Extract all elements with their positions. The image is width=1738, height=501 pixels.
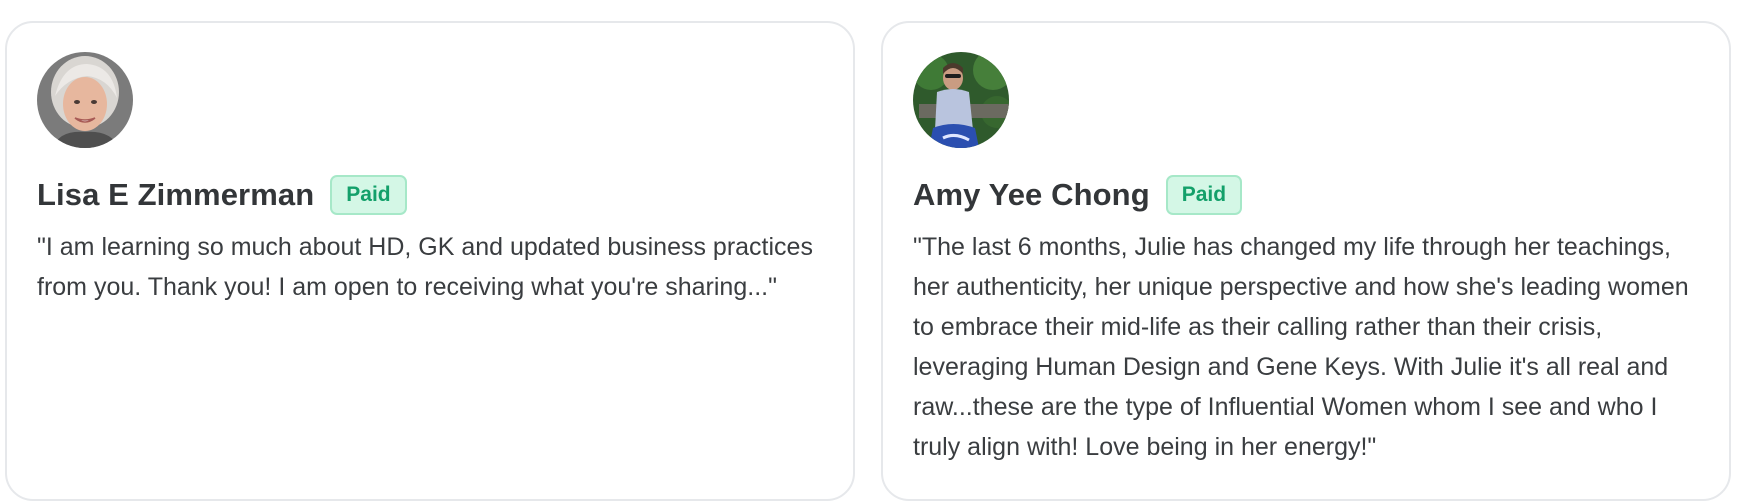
testimonials-list: Lisa E Zimmerman Paid "I am learning so … xyxy=(5,21,1731,501)
author-name: Amy Yee Chong xyxy=(913,177,1150,212)
testimonial-quote: "The last 6 months, Julie has changed my… xyxy=(913,233,1689,461)
testimonial-card: Amy Yee Chong Paid "The last 6 months, J… xyxy=(881,21,1731,501)
testimonial-card: Lisa E Zimmerman Paid "I am learning so … xyxy=(5,21,855,501)
avatar xyxy=(37,52,133,148)
paid-badge: Paid xyxy=(330,175,407,215)
author-name: Lisa E Zimmerman xyxy=(37,177,315,212)
paid-badge: Paid xyxy=(1165,175,1243,215)
testimonial-quote: "I am learning so much about HD, GK and … xyxy=(37,233,813,301)
avatar xyxy=(913,52,1009,148)
